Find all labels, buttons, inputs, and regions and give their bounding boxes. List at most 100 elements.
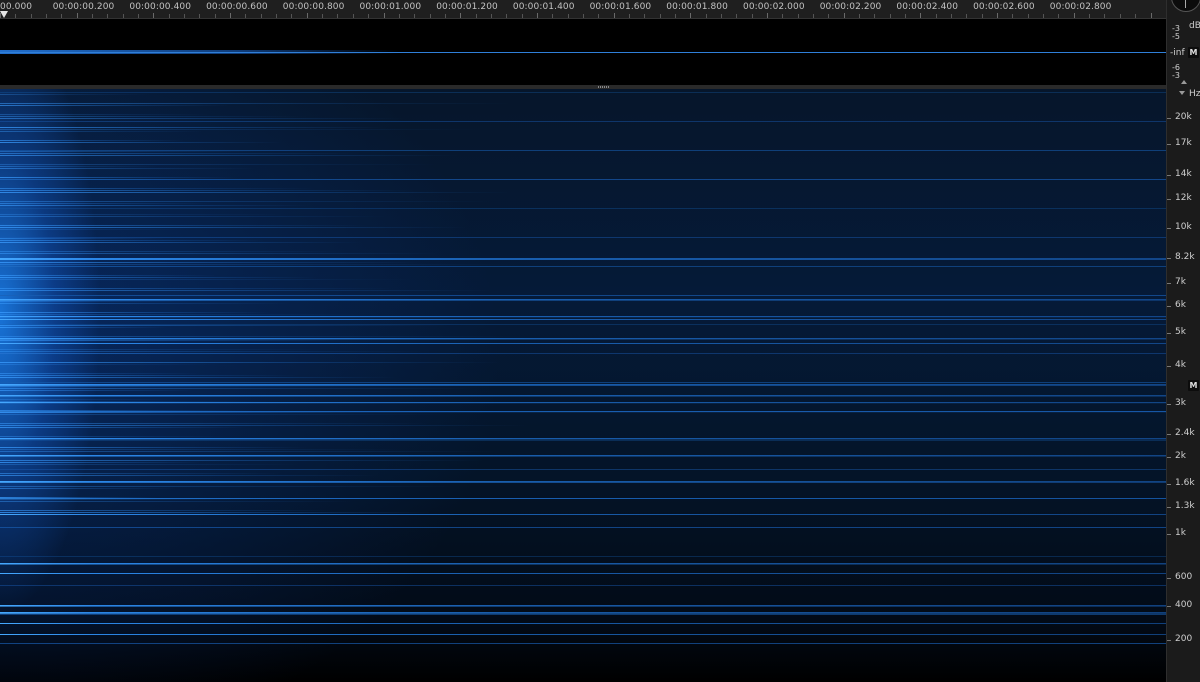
harmonic-line [0,623,1166,624]
onset-streak [0,412,352,413]
waveform-scroll-up-icon[interactable] [1181,80,1187,84]
onset-streak [0,279,415,280]
ruler-minor-tick [215,14,216,18]
onset-streak [0,142,282,143]
hz-label-600: 600 [1175,572,1193,582]
onset-streak [0,340,344,341]
waveform-display[interactable] [0,19,1166,85]
playhead-marker[interactable] [0,11,8,18]
ruler-minor-tick [1135,14,1136,18]
time-label-11: 00:00:02.200 [819,2,882,12]
ruler-minor-tick [966,14,967,18]
ruler-minor-tick [491,14,492,18]
background-harmonic [0,295,1166,296]
onset-streak [0,240,264,241]
hz-axis-tick [1167,434,1171,435]
ruler-minor-tick [31,14,32,18]
onset-streak [0,362,502,363]
onset-streak [0,460,484,461]
onset-streak [0,327,167,328]
ruler-minor-tick [583,14,584,18]
onset-streak [0,94,150,95]
ruler-major-tick [997,13,998,18]
background-harmonic [0,208,1166,209]
onset-streak [0,190,414,191]
hz-axis-tick [1167,457,1171,458]
ruler-minor-tick [905,14,906,18]
ruler-major-tick [844,13,845,18]
spectrogram-display[interactable] [0,89,1166,682]
hz-label-2-4k: 2.4k [1175,428,1195,438]
hz-label-1-3k: 1.3k [1175,501,1195,511]
onset-streak [0,325,449,326]
onset-streak [0,436,228,437]
onset-streak [0,488,176,489]
onset-streak [0,349,325,350]
background-harmonic [0,411,1166,412]
ruler-minor-tick [337,14,338,18]
harmonic-line [0,514,1166,515]
onset-streak [0,427,247,428]
onset-streak [0,462,202,463]
onset-streak [0,290,494,291]
ruler-minor-tick [798,14,799,18]
timeline-ruler[interactable]: 00.000 00:00:00.200 00:00:00.400 00:00:0… [0,0,1166,19]
onset-streak [0,312,272,313]
ruler-minor-tick [61,14,62,18]
harmonic-line [0,455,1166,457]
time-label-9: 00:00:01.800 [666,2,728,12]
background-harmonic [0,179,1166,180]
time-label-7: 00:00:01.400 [512,2,575,12]
ruler-major-tick [230,13,231,18]
harmonic-line [0,563,1166,565]
spectrogram-scroll-down-icon[interactable] [1179,91,1185,95]
zoom-knob-icon[interactable] [1171,0,1200,12]
ruler-minor-tick [291,14,292,18]
waveform-center-line [0,52,1166,53]
hz-label-8-2k: 8.2k [1175,252,1195,262]
harmonic-line [0,343,1166,344]
time-label-3: 00:00:00.600 [206,2,268,12]
onset-streak [0,401,273,402]
amplitude-frequency-axis: dB -3 -5 -inf -6 -3 M Hz 20k 17k 14k 12k… [1166,0,1200,682]
ruler-minor-tick [552,14,553,18]
onset-streak [0,510,334,511]
hz-axis-tick [1167,199,1171,200]
ruler-minor-tick [598,14,599,18]
ruler-minor-tick [506,14,507,18]
ruler-minor-tick [828,14,829,18]
onset-streak [0,486,458,487]
db-unit-label: dB [1189,21,1200,31]
splitter-grip-icon[interactable] [598,86,610,88]
onset-streak [0,225,369,226]
onset-streak [0,118,406,119]
db-label-inf: -inf [1170,48,1185,58]
hz-axis-tick [1167,118,1171,119]
onset-streak [0,105,229,106]
spectrogram-mute-button[interactable]: M [1188,380,1199,391]
onset-streak [0,131,203,132]
onset-streak [0,216,388,217]
harmonic-line [0,258,1166,260]
hz-axis-tick [1167,258,1171,259]
hz-label-1k: 1k [1175,528,1186,538]
time-label-12: 00:00:02.400 [896,2,959,12]
background-harmonic [0,237,1166,238]
background-harmonic [0,585,1166,586]
ruler-minor-tick [675,14,676,18]
ruler-minor-tick [736,14,737,18]
background-harmonic [0,643,1166,644]
waveform-mute-button[interactable]: M [1188,47,1199,58]
ruler-minor-tick [476,14,477,18]
time-label-13: 00:00:02.600 [973,2,1035,12]
ruler-minor-tick [1012,14,1013,18]
hz-label-7k: 7k [1175,277,1186,287]
hz-axis-tick [1167,306,1171,307]
ruler-minor-tick [46,14,47,18]
onset-streak [0,449,405,450]
hz-axis-tick [1167,228,1171,229]
onset-streak [0,414,450,415]
ruler-minor-tick [936,14,937,18]
background-harmonic [0,92,1166,93]
hz-axis-tick [1167,283,1171,284]
